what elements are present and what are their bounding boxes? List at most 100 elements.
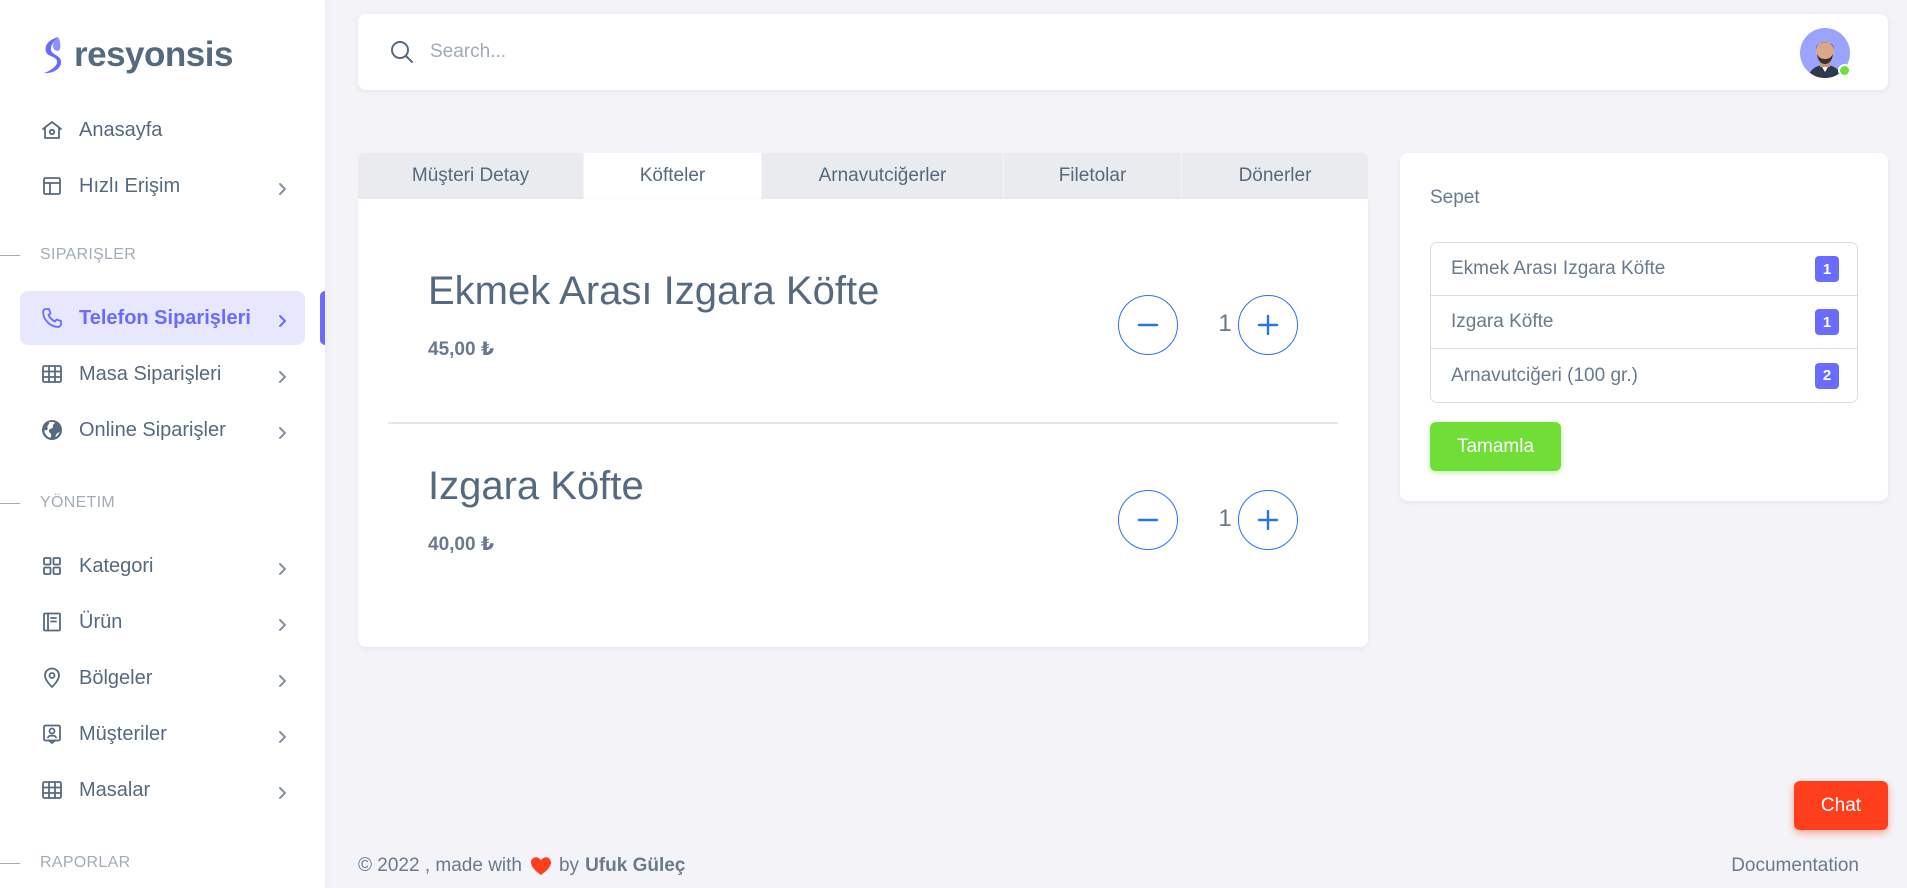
- top-navbar: [358, 14, 1888, 90]
- tab-musteri-detay[interactable]: Müşteri Detay: [358, 153, 584, 199]
- product-name: Ekmek Arası Izgara Köfte: [428, 269, 880, 313]
- menu-header-siparisler: SIPARIŞLER: [0, 243, 325, 267]
- footer-by: by: [558, 855, 580, 876]
- menu-header-label: YÖNETIM: [40, 494, 115, 511]
- sidebar-item-label: Telefon Siparişleri: [79, 306, 251, 329]
- cart-item-count-badge: 1: [1815, 309, 1839, 335]
- minus-icon: [1137, 518, 1159, 522]
- brand[interactable]: resyonsis: [38, 34, 233, 76]
- sidebar-item-label: Masa Siparişleri: [79, 362, 222, 385]
- cart-card: Sepet Ekmek Arası Izgara Köfte 1 Izgara …: [1400, 153, 1888, 501]
- product-price: 40,00 ₺: [428, 534, 495, 555]
- header-dash: [0, 502, 20, 504]
- chevron-right-icon: [275, 423, 289, 439]
- table-icon: [40, 362, 64, 386]
- chevron-right-icon: [275, 367, 289, 383]
- chevron-right-icon: [275, 727, 289, 743]
- sidebar-item-label: Online Siparişler: [79, 418, 226, 441]
- sidebar: resyonsis Anasayfa Hızlı Erişim SIPARIŞL…: [0, 0, 325, 888]
- user-badge-icon: [40, 722, 64, 746]
- chevron-right-icon: [275, 783, 289, 799]
- chevron-right-icon: [275, 671, 289, 687]
- product-item: Izgara Köfte 40,00 ₺ 1: [358, 444, 1368, 614]
- sidebar-item-online-siparisler[interactable]: Online Siparişler: [20, 403, 305, 457]
- documentation-link[interactable]: Documentation: [1731, 855, 1859, 877]
- sidebar-item-bolgeler[interactable]: Bölgeler: [20, 651, 305, 705]
- products-panel: Ekmek Arası Izgara Köfte 45,00 ₺ 1 Izgar…: [358, 199, 1368, 647]
- product-price: 45,00 ₺: [428, 339, 495, 360]
- brand-name: resyonsis: [74, 35, 233, 74]
- sidebar-item-label: Müşteriler: [79, 722, 167, 745]
- footer-credits: © 2022 , made with by Ufuk Güleç: [358, 855, 685, 877]
- menu-header-raporlar: RAPORLAR: [0, 851, 325, 875]
- chevron-right-icon: [275, 179, 289, 195]
- home-icon: [40, 118, 64, 142]
- minus-icon: [1137, 323, 1159, 327]
- cart-item[interactable]: Arnavutciğeri (100 gr.) 2: [1431, 349, 1857, 402]
- table-icon: [40, 778, 64, 802]
- menu-header-label: SIPARIŞLER: [40, 246, 137, 263]
- sidebar-item-label: Anasayfa: [79, 118, 163, 141]
- cart-item-name: Izgara Köfte: [1451, 311, 1554, 332]
- book-icon: [40, 610, 64, 634]
- sidebar-item-telefon-siparisleri[interactable]: Telefon Siparişleri: [20, 291, 305, 345]
- tab-kofteler[interactable]: Köfteler: [584, 153, 762, 199]
- increase-quantity-button[interactable]: [1238, 490, 1298, 550]
- header-dash: [0, 254, 20, 256]
- online-status-dot: [1838, 64, 1851, 77]
- grid-icon: [40, 554, 64, 578]
- sidebar-item-label: Bölgeler: [79, 666, 153, 689]
- cart-item-name: Ekmek Arası Izgara Köfte: [1451, 258, 1666, 279]
- brand-logo-icon: [44, 37, 62, 74]
- heart-icon: [530, 856, 552, 876]
- increase-quantity-button[interactable]: [1238, 295, 1298, 355]
- plus-icon: [1257, 509, 1279, 531]
- tab-arnavutcigerler[interactable]: Arnavutciğerler: [762, 153, 1004, 199]
- chevron-right-icon: [275, 615, 289, 631]
- search-input[interactable]: [430, 32, 1330, 72]
- sidebar-item-label: Hızlı Erişim: [79, 174, 181, 197]
- tab-filetolar[interactable]: Filetolar: [1004, 153, 1182, 199]
- decrease-quantity-button[interactable]: [1118, 490, 1178, 550]
- chevron-right-icon: [275, 311, 289, 327]
- cart-title: Sepet: [1430, 187, 1480, 208]
- tab-donerler[interactable]: Dönerler: [1182, 153, 1368, 199]
- footer-prefix: © 2022 , made with: [358, 855, 522, 876]
- cart-item-count-badge: 2: [1815, 362, 1839, 389]
- cart-item-count-badge: 1: [1815, 256, 1839, 282]
- product-divider: [388, 422, 1338, 424]
- sidebar-item-hizli-erisim[interactable]: Hızlı Erişim: [20, 159, 305, 213]
- menu-header-label: RAPORLAR: [40, 854, 131, 871]
- avatar[interactable]: [1800, 28, 1851, 78]
- sidebar-item-musteriler[interactable]: Müşteriler: [20, 707, 305, 761]
- sidebar-item-masalar[interactable]: Masalar: [20, 763, 305, 817]
- complete-order-button[interactable]: Tamamla: [1430, 422, 1561, 471]
- product-item: Ekmek Arası Izgara Köfte 45,00 ₺ 1: [358, 249, 1368, 419]
- sidebar-item-label: Ürün: [79, 610, 123, 633]
- globe-icon: [40, 418, 64, 442]
- map-pin-icon: [40, 666, 64, 690]
- chevron-right-icon: [275, 559, 289, 575]
- category-tabs: Müşteri Detay Köfteler Arnavutciğerler F…: [358, 153, 1368, 199]
- plus-icon: [1257, 314, 1279, 336]
- menu-header-yonetim: YÖNETIM: [0, 491, 325, 515]
- cart-list: Ekmek Arası Izgara Köfte 1 Izgara Köfte …: [1430, 242, 1858, 403]
- header-dash: [0, 862, 20, 864]
- sidebar-item-label: Kategori: [79, 554, 154, 577]
- layout-icon: [40, 174, 64, 198]
- sidebar-item-anasayfa[interactable]: Anasayfa: [20, 103, 305, 157]
- product-name: Izgara Köfte: [428, 464, 644, 508]
- search-icon[interactable]: [388, 38, 416, 66]
- cart-item[interactable]: Ekmek Arası Izgara Köfte 1: [1431, 243, 1857, 296]
- sidebar-item-label: Masalar: [79, 778, 151, 801]
- footer-author-link[interactable]: Ufuk Güleç: [585, 855, 685, 877]
- chat-button[interactable]: Chat: [1794, 781, 1888, 830]
- cart-item[interactable]: Izgara Köfte 1: [1431, 296, 1857, 349]
- phone-icon: [40, 306, 64, 330]
- cart-item-name: Arnavutciğeri (100 gr.): [1451, 364, 1638, 386]
- sidebar-item-urun[interactable]: Ürün: [20, 595, 305, 649]
- sidebar-item-masa-siparisleri[interactable]: Masa Siparişleri: [20, 347, 305, 401]
- sidebar-item-kategori[interactable]: Kategori: [20, 539, 305, 593]
- active-indicator: [320, 291, 325, 345]
- decrease-quantity-button[interactable]: [1118, 295, 1178, 355]
